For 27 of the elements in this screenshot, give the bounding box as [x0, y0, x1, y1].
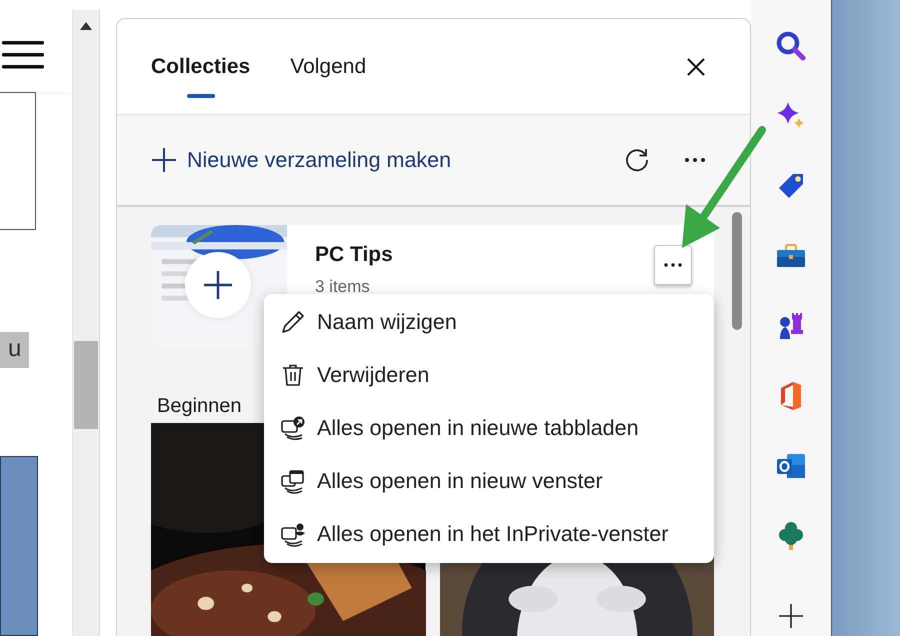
windows-arrow-icon — [279, 414, 307, 442]
plus-icon — [203, 270, 233, 300]
more-icon — [664, 263, 682, 267]
item-count: 3 items — [315, 277, 371, 297]
windows-private-icon — [279, 520, 307, 548]
windows-icon — [279, 468, 307, 496]
menu-item[interactable]: Naam wijzigen — [264, 296, 714, 349]
text-tag: u — [0, 332, 30, 368]
more-icon — [684, 157, 706, 163]
tab[interactable]: Volgend — [290, 32, 366, 102]
new-collection-button[interactable]: Nieuwe verzameling maken — [151, 143, 452, 177]
menu-item[interactable]: Alles openen in nieuwe tabbladen — [264, 402, 714, 455]
plus-icon — [151, 147, 177, 173]
scrollbar[interactable] — [72, 10, 100, 636]
tab[interactable]: Collecties — [151, 32, 250, 102]
scroll-up-icon[interactable] — [80, 22, 92, 30]
search-icon[interactable] — [775, 30, 807, 62]
refresh-icon — [624, 147, 650, 173]
menu-item[interactable]: Alles openen in het InPrivate-venster — [264, 508, 714, 561]
menu-item[interactable]: Alles openen in nieuw venster — [264, 455, 714, 508]
close-icon — [686, 56, 706, 76]
collection-title: PC Tips — [315, 243, 393, 267]
collection-title: Beginnen — [157, 395, 243, 419]
menu-icon[interactable] — [2, 40, 44, 70]
scrollbar-thumb[interactable] — [732, 212, 742, 330]
scrollbar-thumb[interactable] — [74, 341, 98, 429]
menu-item[interactable]: Verwijderen — [264, 349, 714, 402]
